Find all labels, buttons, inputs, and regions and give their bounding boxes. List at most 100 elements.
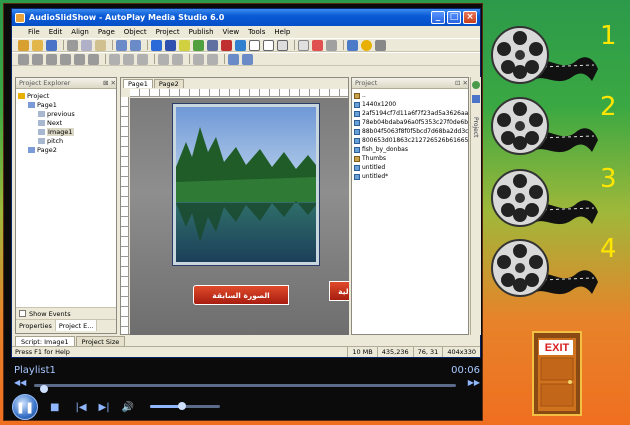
panel-close-icon[interactable]: ⊠ ✕: [103, 79, 116, 87]
paragraph-object-icon[interactable]: [179, 39, 190, 51]
film-reel-button-1[interactable]: [490, 25, 600, 87]
menu-page[interactable]: Page: [98, 28, 115, 36]
tab-page2[interactable]: Page2: [153, 79, 184, 88]
same-width-icon[interactable]: [109, 53, 120, 65]
align-middle-icon[interactable]: [74, 53, 85, 65]
preview-icon[interactable]: [347, 39, 358, 51]
menu-view[interactable]: View: [223, 28, 240, 36]
tree-item[interactable]: Project: [18, 91, 116, 100]
center-horizontal-icon[interactable]: [193, 53, 204, 65]
file-list-item[interactable]: 2af5194cf7d11a6f7f23ad5a3626aa2f6: [352, 109, 468, 118]
maximize-button[interactable]: □: [447, 11, 461, 24]
align-top-icon[interactable]: [60, 53, 71, 65]
tree-item[interactable]: Next: [18, 118, 116, 127]
menu-help[interactable]: Help: [274, 28, 290, 36]
help-icon[interactable]: [375, 39, 386, 51]
same-height-icon[interactable]: [123, 53, 134, 65]
volume-slider[interactable]: [150, 402, 220, 410]
film-reel-button-3[interactable]: [490, 168, 600, 230]
title-bar[interactable]: AudioSlidShow - AutoPlay Media Studio 6.…: [12, 9, 480, 26]
cut-icon[interactable]: [67, 39, 78, 51]
checkbox-box[interactable]: [19, 310, 26, 317]
web-object-icon[interactable]: [235, 39, 246, 51]
menu-align[interactable]: Align: [71, 28, 89, 36]
film-reel-button-2[interactable]: [490, 96, 600, 158]
combobox-object-icon[interactable]: [277, 39, 288, 51]
file-list-item[interactable]: ..: [352, 91, 468, 100]
next-image-button[interactable]: التالية: [329, 281, 349, 301]
video-object-icon[interactable]: [221, 39, 232, 51]
page-canvas[interactable]: الصورة السابقة التالية: [130, 98, 349, 335]
panel-pin-icon[interactable]: ⊡ ✕: [455, 79, 468, 87]
volume-thumb[interactable]: [177, 402, 186, 410]
input-object-icon[interactable]: [249, 39, 260, 51]
side-tab-project[interactable]: Project: [472, 117, 479, 138]
previous-image-button[interactable]: الصورة السابقة: [193, 285, 289, 305]
tree-item[interactable]: previous: [18, 109, 116, 118]
paste-icon[interactable]: [95, 39, 106, 51]
align-right-icon[interactable]: [46, 53, 57, 65]
tree-item[interactable]: pitch: [18, 136, 116, 145]
menu-publish[interactable]: Publish: [189, 28, 214, 36]
tree-item[interactable]: Page1: [18, 100, 116, 109]
menu-edit[interactable]: Edit: [49, 28, 63, 36]
send-back-icon[interactable]: [242, 53, 253, 65]
close-button[interactable]: ×: [463, 11, 477, 24]
listbox-object-icon[interactable]: [263, 39, 274, 51]
center-vertical-icon[interactable]: [207, 53, 218, 65]
image1-object[interactable]: [172, 103, 320, 266]
file-list-item[interactable]: 1440x1200: [352, 100, 468, 109]
seek-bar[interactable]: ◀◀ ▶▶: [10, 378, 484, 393]
delete-page-icon[interactable]: [312, 39, 323, 51]
tab-page1[interactable]: Page1: [123, 79, 153, 88]
previous-track-icon[interactable]: |◀: [75, 402, 86, 413]
menu-file[interactable]: File: [28, 28, 40, 36]
rewind-icon[interactable]: ◀◀: [14, 378, 26, 387]
tab-project-explorer[interactable]: Project E...: [55, 320, 98, 331]
bring-front-icon[interactable]: [228, 53, 239, 65]
fast-forward-icon[interactable]: ▶▶: [468, 378, 480, 387]
space-down-icon[interactable]: [172, 53, 183, 65]
align-bottom-icon[interactable]: [88, 53, 99, 65]
file-list-item[interactable]: fish_by_donbas: [352, 145, 468, 154]
exit-button[interactable]: EXIT: [532, 330, 582, 416]
button-object-icon[interactable]: [151, 39, 162, 51]
tree-item[interactable]: Image1: [18, 127, 116, 136]
menu-object[interactable]: Object: [124, 28, 147, 36]
film-reel-button-4[interactable]: [490, 238, 600, 300]
next-track-icon[interactable]: ▶|: [99, 402, 110, 413]
label-object-icon[interactable]: [165, 39, 176, 51]
save-icon[interactable]: [46, 39, 57, 51]
undo-icon[interactable]: [116, 39, 127, 51]
menu-project[interactable]: Project: [156, 28, 180, 36]
minimize-button[interactable]: _: [431, 11, 445, 24]
file-list-item[interactable]: 78eb04bdaba96a0f5353c27f0de6bf: [352, 118, 468, 127]
page-properties-icon[interactable]: [326, 39, 337, 51]
align-center-icon[interactable]: [32, 53, 43, 65]
image-object-icon[interactable]: [193, 39, 204, 51]
file-list-item[interactable]: untitled: [352, 163, 468, 172]
file-list-item[interactable]: 800653d01863c212726526b61665: [352, 136, 468, 145]
new-page-icon[interactable]: [298, 39, 309, 51]
tab-properties[interactable]: Properties: [16, 320, 56, 331]
tree-item[interactable]: Page2: [18, 145, 116, 154]
document-icon[interactable]: [472, 95, 480, 103]
globe-icon[interactable]: [472, 81, 480, 89]
copy-icon[interactable]: [81, 39, 92, 51]
flash-object-icon[interactable]: [207, 39, 218, 51]
file-list-item[interactable]: 88b04f5063f8f0f5bcd7d68ba2dd3c: [352, 127, 468, 136]
show-events-checkbox[interactable]: Show Events: [16, 308, 116, 319]
same-size-icon[interactable]: [137, 53, 148, 65]
file-list-item[interactable]: untitled*: [352, 172, 468, 181]
stop-icon[interactable]: ■: [50, 402, 59, 413]
space-across-icon[interactable]: [158, 53, 169, 65]
build-icon[interactable]: [361, 39, 372, 51]
open-icon[interactable]: [32, 39, 43, 51]
pause-button[interactable]: ❚❚: [12, 394, 38, 420]
menu-tools[interactable]: Tools: [248, 28, 265, 36]
seek-track[interactable]: [34, 384, 456, 393]
redo-icon[interactable]: [130, 39, 141, 51]
volume-icon[interactable]: 🔊: [122, 402, 134, 413]
file-list-item[interactable]: Thumbs: [352, 154, 468, 163]
new-project-icon[interactable]: [18, 39, 29, 51]
